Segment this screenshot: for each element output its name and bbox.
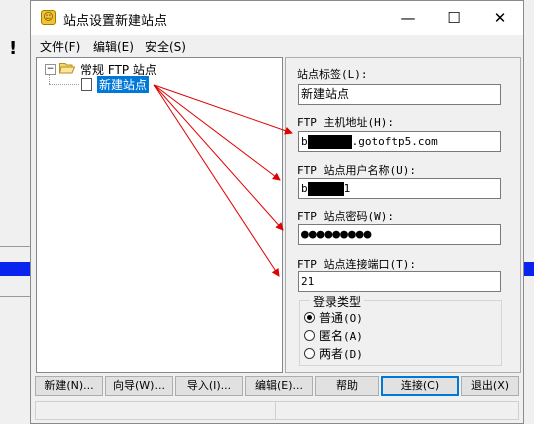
annotation-arrows [153, 84, 293, 277]
arrow-to-user [153, 84, 281, 181]
arrow-to-password [153, 84, 284, 231]
arrow-to-port [153, 84, 280, 277]
